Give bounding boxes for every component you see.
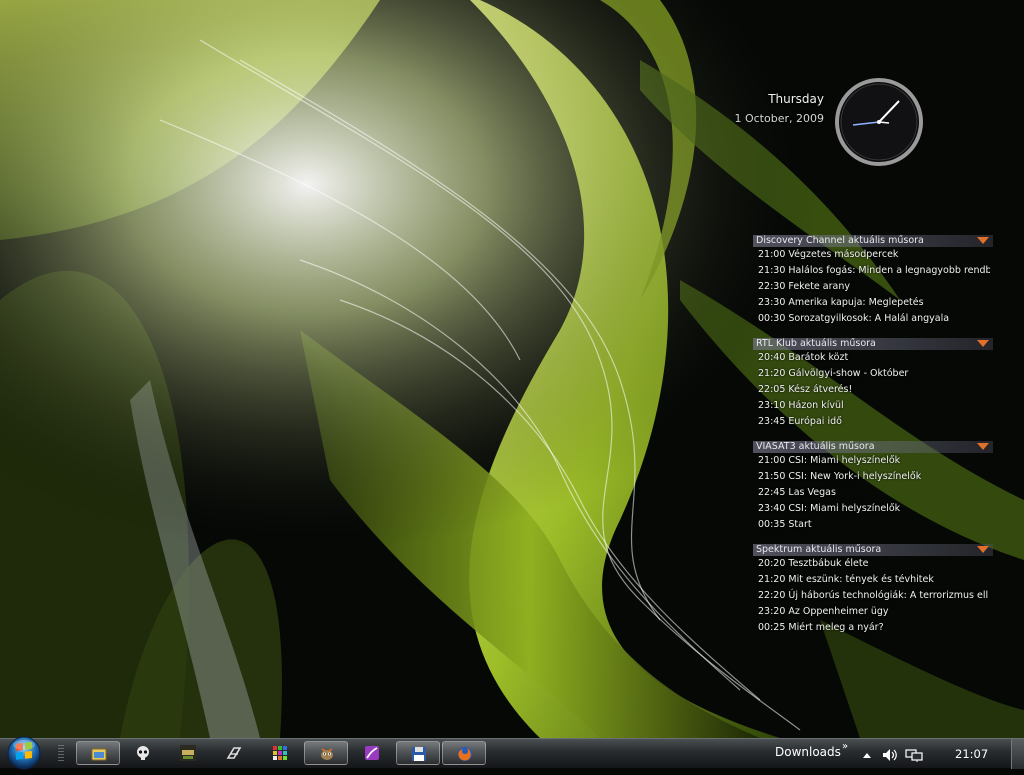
analog-clock-icon — [833, 76, 925, 168]
channel-title: RTL Klub aktuális műsora — [756, 338, 876, 349]
taskbar-skull-button[interactable] — [121, 741, 165, 765]
clock-day: Thursday — [768, 92, 824, 106]
tray-show-hidden-icon[interactable] — [862, 747, 872, 766]
windows-orb-icon — [7, 736, 41, 770]
channel-rtl: RTL Klub aktuális műsora 20:40 Barátok k… — [753, 338, 993, 430]
program-item[interactable]: 20:20 Tesztbábuk élete — [758, 556, 990, 572]
channel-title: Spektrum aktuális műsora — [756, 544, 882, 555]
channel-header[interactable]: RTL Klub aktuális műsora — [753, 338, 993, 350]
dropdown-arrow-icon[interactable] — [977, 340, 989, 347]
program-item[interactable]: 22:20 Új háborús technológiák: A terrori… — [758, 588, 990, 604]
dropdown-arrow-icon[interactable] — [977, 546, 989, 553]
taskbar-gimp-button[interactable] — [304, 741, 348, 765]
program-item[interactable]: 22:45 Las Vegas — [758, 485, 990, 501]
skull-icon — [137, 746, 149, 760]
taskbar: Downloads » 21:07 — [0, 735, 1024, 771]
clock-gadget[interactable]: Thursday 1 October, 2009 — [725, 76, 930, 168]
program-item[interactable]: 23:30 Amerika kapuja: Meglepetés — [758, 295, 990, 311]
taskbar-firefox-button[interactable] — [442, 741, 486, 765]
channel-discovery: Discovery Channel aktuális műsora 21:00 … — [753, 235, 993, 327]
channel-header[interactable]: Spektrum aktuális műsora — [753, 544, 993, 556]
taskbar-grip[interactable] — [58, 745, 64, 763]
taskbar-save-button[interactable] — [396, 741, 440, 765]
taskbar-clock[interactable]: 21:07 — [955, 747, 988, 761]
taskbar-explorer-button[interactable] — [76, 741, 120, 765]
network-icon[interactable] — [905, 747, 923, 766]
program-item[interactable]: 21:30 Halálos fogás: Minden a legnagyobb… — [758, 263, 990, 279]
program-item[interactable]: 23:10 Házon kívül — [758, 398, 990, 414]
toolbar-chevron-icon[interactable]: » — [842, 741, 848, 752]
channel-viasat3: VIASAT3 aktuális műsora 21:00 CSI: Miami… — [753, 441, 993, 533]
program-item[interactable]: 23:45 Európai idő — [758, 414, 990, 430]
volume-icon[interactable] — [882, 747, 898, 766]
program-item[interactable]: 21:00 Végzetes másodpercek — [758, 247, 990, 263]
dropdown-arrow-icon[interactable] — [977, 443, 989, 450]
firefox-icon — [458, 747, 472, 761]
program-item[interactable]: 22:05 Kész átverés! — [758, 382, 990, 398]
program-item[interactable]: 21:50 CSI: New York-i helyszínelők — [758, 469, 990, 485]
show-desktop-button[interactable] — [1011, 739, 1024, 769]
program-item[interactable]: 21:20 Gálvölgyi-show - Október — [758, 366, 990, 382]
program-item[interactable]: 00:35 Start — [758, 517, 990, 533]
mfw-game-icon — [180, 745, 196, 761]
program-item[interactable]: 23:40 CSI: Miami helyszínelők — [758, 501, 990, 517]
floppy-save-icon — [412, 747, 426, 761]
channel-title: Discovery Channel aktuális műsora — [756, 235, 924, 246]
taskbar-mfw-button[interactable] — [166, 741, 210, 765]
program-item[interactable]: 21:20 Mit eszünk: tények és tévhitek — [758, 572, 990, 588]
start-button[interactable] — [4, 735, 44, 771]
clock-date: 1 October, 2009 — [734, 112, 824, 125]
tv-guide-gadget: Discovery Channel aktuális műsora 21:00 … — [753, 235, 993, 647]
taskbar-purple-app-button[interactable] — [350, 741, 394, 765]
program-item[interactable]: 00:30 Sorozatgyilkosok: A Halál angyala — [758, 311, 990, 327]
dropdown-arrow-icon[interactable] — [977, 237, 989, 244]
taskbar-grid-app-button[interactable] — [258, 741, 302, 765]
nfs-icon — [226, 747, 242, 759]
channel-spektrum: Spektrum aktuális műsora 20:20 Tesztbábu… — [753, 544, 993, 636]
program-item[interactable]: 21:00 CSI: Miami helyszínelők — [758, 453, 990, 469]
channel-title: VIASAT3 aktuális műsora — [756, 441, 875, 452]
channel-header[interactable]: VIASAT3 aktuális műsora — [753, 441, 993, 453]
channel-header[interactable]: Discovery Channel aktuális műsora — [753, 235, 993, 247]
gimp-icon — [321, 748, 333, 760]
program-item[interactable]: 23:20 Az Oppenheimer ügy — [758, 604, 990, 620]
downloads-toolbar[interactable]: Downloads — [775, 745, 841, 759]
program-item[interactable]: 22:30 Fekete arany — [758, 279, 990, 295]
program-item[interactable]: 20:40 Barátok közt — [758, 350, 990, 366]
taskbar-nfs-button[interactable] — [212, 741, 256, 765]
explorer-icon — [91, 748, 107, 761]
colorful-grid-icon — [273, 746, 287, 760]
program-item[interactable]: 00:25 Miért meleg a nyár? — [758, 620, 990, 636]
purple-app-icon — [365, 746, 379, 760]
